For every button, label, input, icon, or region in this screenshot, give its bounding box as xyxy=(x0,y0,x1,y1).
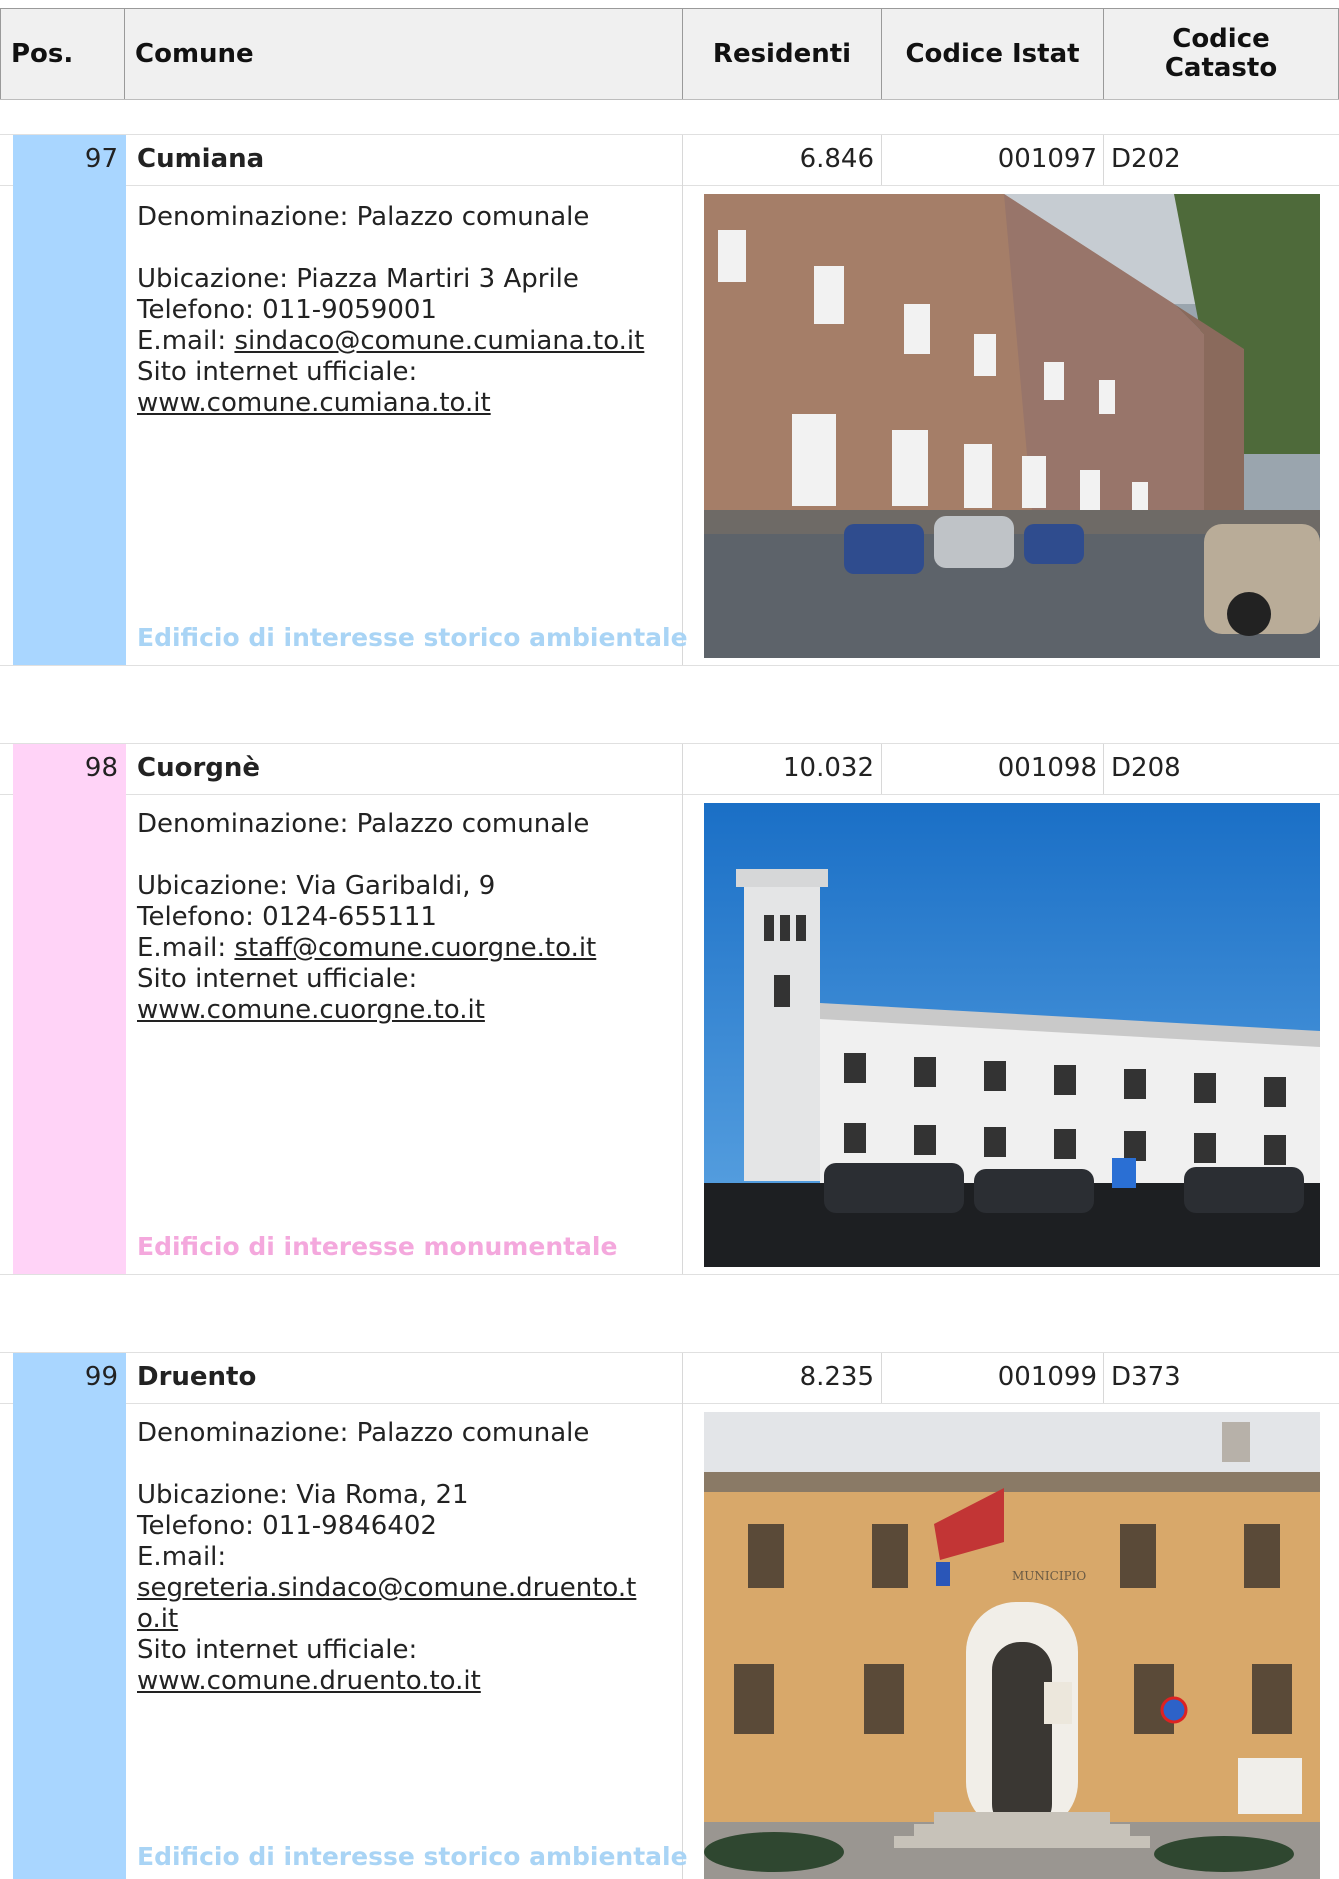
category-label: Edificio di interesse monumentale xyxy=(137,1232,618,1261)
town-hall-photo: MUNICIPIO xyxy=(704,1412,1320,1879)
sito-label: Sito internet ufficiale: xyxy=(137,1635,418,1665)
website-link[interactable]: www.comune.cumiana.to.it xyxy=(137,388,491,418)
istat-code: 001098 xyxy=(997,753,1097,783)
position-color-bar xyxy=(13,1353,126,1879)
email-label: E.mail: xyxy=(137,326,227,356)
column-header-comune: Comune xyxy=(124,8,683,100)
istat-code: 001097 xyxy=(997,144,1097,174)
istat-code: 001099 xyxy=(997,1362,1097,1392)
position-color-bar xyxy=(13,744,126,1274)
entry-top-line xyxy=(0,743,1339,744)
website-link[interactable]: www.comune.druento.to.it xyxy=(137,1666,481,1696)
telefono-text: Telefono: 011-9846402 xyxy=(137,1511,437,1541)
column-divider xyxy=(682,744,683,1274)
entry-header-line xyxy=(0,1403,1339,1404)
entry-top-line xyxy=(0,1352,1339,1353)
residents-value: 6.846 xyxy=(799,144,874,174)
category-label: Edificio di interesse storico ambientale xyxy=(137,623,688,652)
column-header-catasto-line1: Codice xyxy=(1172,24,1270,54)
residents-value: 10.032 xyxy=(783,753,874,783)
sito-label: Sito internet ufficiale: xyxy=(137,964,418,994)
telefono-text: Telefono: 0124-655111 xyxy=(137,902,437,932)
residents-value: 8.235 xyxy=(799,1362,874,1392)
catasto-code: D208 xyxy=(1111,753,1181,783)
entry-position: 98 xyxy=(84,753,118,783)
comune-details: Denominazione: Palazzo comunale Ubicazio… xyxy=(137,809,677,1026)
ubicazione-text: Ubicazione: Via Garibaldi, 9 xyxy=(137,871,496,901)
website-link[interactable]: www.comune.cuorgne.to.it xyxy=(137,995,485,1025)
entry-bottom-line xyxy=(0,665,1339,666)
email-link[interactable]: sindaco@comune.cumiana.to.it xyxy=(234,326,644,356)
email-label: E.mail: xyxy=(137,1542,227,1572)
catasto-code: D373 xyxy=(1111,1362,1181,1392)
column-divider xyxy=(1103,135,1104,185)
email-link[interactable]: segreteria.sindaco@comune.druento.t xyxy=(137,1573,636,1603)
denominazione-text: Denominazione: Palazzo comunale xyxy=(137,809,590,839)
ubicazione-text: Ubicazione: Via Roma, 21 xyxy=(137,1480,469,1510)
entry-header-line xyxy=(0,185,1339,186)
comune-details: Denominazione: Palazzo comunale Ubicazio… xyxy=(137,202,677,419)
comune-name: Cuorgnè xyxy=(137,753,261,783)
municipio-sign: MUNICIPIO xyxy=(1012,1569,1086,1583)
column-header-catasto-line2: Catasto xyxy=(1164,53,1278,83)
denominazione-text: Denominazione: Palazzo comunale xyxy=(137,1418,590,1448)
email-link[interactable]: staff@comune.cuorgne.to.it xyxy=(234,933,596,963)
catasto-code: D202 xyxy=(1111,144,1181,174)
sito-label: Sito internet ufficiale: xyxy=(137,357,418,387)
column-divider xyxy=(682,1353,683,1879)
telefono-text: Telefono: 011-9059001 xyxy=(137,295,437,325)
column-header-catasto: Codice Catasto xyxy=(1103,8,1339,100)
entry-bottom-line xyxy=(0,1274,1339,1275)
comune-name: Druento xyxy=(137,1362,257,1392)
denominazione-text: Denominazione: Palazzo comunale xyxy=(137,202,590,232)
town-hall-photo xyxy=(704,194,1320,658)
column-divider xyxy=(1103,744,1104,794)
email-link-continued[interactable]: o.it xyxy=(137,1604,178,1634)
category-label: Edificio di interesse storico ambientale xyxy=(137,1842,688,1871)
town-hall-photo xyxy=(704,803,1320,1267)
comune-name: Cumiana xyxy=(137,144,265,174)
entry-position: 97 xyxy=(84,144,118,174)
column-divider xyxy=(1103,1353,1104,1403)
ubicazione-text: Ubicazione: Piazza Martiri 3 Aprile xyxy=(137,264,579,294)
column-divider xyxy=(682,135,683,665)
column-header-istat: Codice Istat xyxy=(881,8,1104,100)
column-header-pos: Pos. xyxy=(0,8,125,100)
entry-top-line xyxy=(0,134,1339,135)
entry-position: 99 xyxy=(84,1362,118,1392)
column-header-residenti: Residenti xyxy=(682,8,882,100)
position-color-bar xyxy=(13,135,126,665)
entry-header-line xyxy=(0,794,1339,795)
header-divider xyxy=(0,99,1339,100)
email-label: E.mail: xyxy=(137,933,227,963)
comune-details: Denominazione: Palazzo comunale Ubicazio… xyxy=(137,1418,677,1697)
